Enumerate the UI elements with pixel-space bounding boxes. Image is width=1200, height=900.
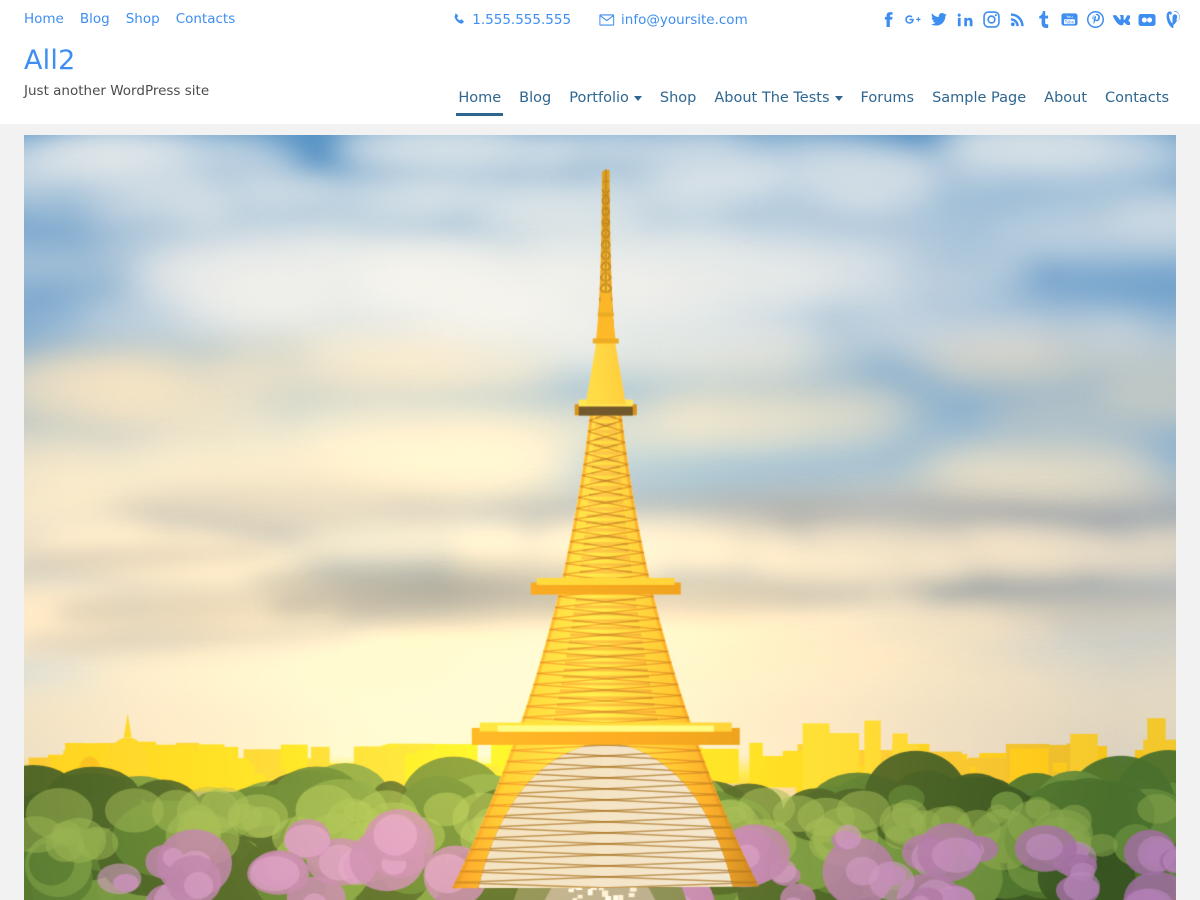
topbar-link-home[interactable]: Home — [24, 12, 64, 27]
envelope-icon — [599, 13, 615, 26]
youtube-icon[interactable]: You Tube — [1060, 11, 1078, 29]
instagram-icon[interactable] — [982, 11, 1000, 29]
site-header: Home Blog Shop Contacts 1.555.555.555 in… — [0, 0, 1200, 124]
topbar-link-contacts[interactable]: Contacts — [176, 12, 236, 27]
nav-item-portfolio[interactable]: Portfolio — [560, 89, 651, 117]
nav-label: Contacts — [1105, 89, 1169, 106]
hero-image-canvas — [24, 135, 1176, 900]
email-link[interactable]: info@yoursite.com — [599, 12, 748, 28]
top-utility-bar: Home Blog Shop Contacts 1.555.555.555 in… — [0, 0, 1200, 39]
nav-item-about[interactable]: About — [1035, 89, 1096, 117]
nav-item-sample-page[interactable]: Sample Page — [923, 89, 1035, 117]
rss-icon[interactable] — [1008, 11, 1026, 29]
pinterest-icon[interactable] — [1086, 11, 1104, 29]
phone-number: 1.555.555.555 — [472, 11, 572, 28]
nav-item-about-the-tests[interactable]: About The Tests — [705, 89, 851, 117]
nav-label: Shop — [659, 89, 697, 106]
linkedin-icon[interactable] — [956, 11, 974, 29]
social-links: You Tube — [878, 11, 1182, 29]
branding-row: All2 Just another WordPress site Home Bl… — [0, 39, 1200, 124]
site-tagline: Just another WordPress site — [24, 83, 210, 100]
nav-item-shop[interactable]: Shop — [651, 89, 705, 117]
nav-label: About — [1044, 89, 1088, 106]
vine-icon[interactable] — [1164, 11, 1182, 29]
google-plus-icon[interactable] — [904, 11, 922, 29]
site-title[interactable]: All2 — [24, 45, 75, 76]
email-address: info@yoursite.com — [621, 11, 748, 28]
nav-item-contacts[interactable]: Contacts — [1096, 89, 1178, 117]
nav-item-blog[interactable]: Blog — [510, 89, 560, 117]
chevron-down-icon — [834, 95, 843, 101]
vk-icon[interactable] — [1112, 11, 1130, 29]
nav-label: Portfolio — [569, 89, 629, 106]
nav-item-home[interactable]: Home — [449, 89, 510, 117]
nav-label: Forums — [860, 89, 915, 106]
nav-label: Home — [458, 89, 502, 106]
flickr-icon[interactable] — [1138, 11, 1156, 29]
top-bar-nav: Home Blog Shop Contacts — [24, 12, 236, 27]
phone-link[interactable]: 1.555.555.555 — [452, 12, 571, 28]
nav-item-forums[interactable]: Forums — [852, 89, 924, 117]
topbar-link-blog[interactable]: Blog — [80, 12, 110, 27]
tumblr-icon[interactable] — [1034, 11, 1052, 29]
main-navigation: Home Blog Portfolio Shop About The Tests… — [449, 89, 1178, 117]
nav-label: About The Tests — [714, 89, 830, 106]
branding: All2 Just another WordPress site — [24, 39, 209, 99]
nav-label: Sample Page — [932, 89, 1027, 106]
svg-text:Tube: Tube — [1063, 19, 1074, 24]
twitter-icon[interactable] — [930, 11, 948, 29]
facebook-icon[interactable] — [878, 11, 896, 29]
nav-label: Blog — [519, 89, 552, 106]
chevron-down-icon — [633, 95, 642, 101]
contact-info: 1.555.555.555 info@yoursite.com — [452, 12, 748, 28]
phone-icon — [452, 13, 465, 26]
hero-image — [24, 135, 1176, 900]
topbar-link-shop[interactable]: Shop — [126, 12, 160, 27]
